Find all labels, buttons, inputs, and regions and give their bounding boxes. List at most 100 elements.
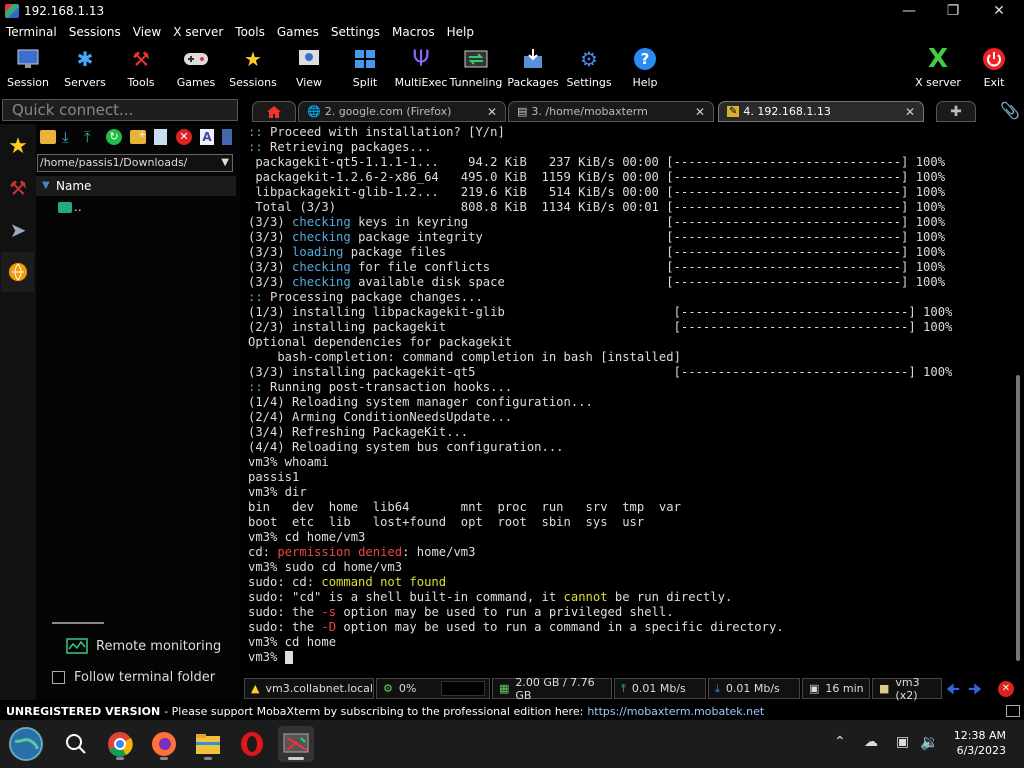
multiexec-button[interactable]: Ψ MultiExec: [393, 46, 449, 94]
attach-icon[interactable]: 📎: [1000, 101, 1020, 120]
new-tab-button[interactable]: ✚: [936, 101, 976, 122]
help-button[interactable]: ? Help: [617, 46, 673, 94]
start-globe-icon[interactable]: [8, 726, 44, 762]
windows-taskbar: ⌃ ☁ ▣ 🔉 12:38 AM 6/3/2023: [0, 720, 1024, 768]
games-button[interactable]: Games: [168, 46, 224, 94]
download-arrow-icon: ⤓: [715, 681, 720, 695]
terminal-line: vm3% sudo cd home/vm3: [248, 560, 403, 574]
terminal-line: vm3% whoami: [248, 455, 329, 469]
packages-button[interactable]: Packages: [505, 46, 561, 94]
divider: [52, 622, 104, 624]
sidebar-macros-icon[interactable]: ➤: [3, 210, 33, 250]
menu-sessions[interactable]: Sessions: [63, 25, 127, 39]
parent-folder-icon[interactable]: [40, 130, 56, 144]
banner-box-icon[interactable]: [1006, 705, 1020, 717]
maximize-button[interactable]: ❐: [930, 0, 976, 22]
menu-help[interactable]: Help: [441, 25, 480, 39]
xserver-button[interactable]: X X server: [910, 44, 966, 94]
new-file-icon[interactable]: [154, 129, 167, 145]
terminal-line: cd: permission denied: home/vm3: [248, 545, 476, 559]
folder-up-icon: [58, 202, 72, 213]
network-off-icon[interactable]: ☁: [864, 734, 878, 750]
home-tab[interactable]: [252, 101, 296, 122]
close-tab-icon[interactable]: ✕: [695, 105, 705, 119]
sidebar-strip: ★ ⚒ ➤: [0, 124, 36, 700]
sidebar-tools-icon[interactable]: ⚒: [3, 168, 33, 208]
close-session-icon[interactable]: ✕: [998, 681, 1014, 697]
terminal-line: (2/3) installing packagekit [-----------…: [248, 320, 953, 334]
remote-monitoring-button[interactable]: Remote monitoring: [66, 638, 221, 654]
status-download: ⤓ 0.01 Mb/s: [708, 678, 800, 699]
volume-icon[interactable]: 🔉: [920, 733, 939, 751]
terminal-line: Total (3/3) 808.8 KiB 1134 KiB/s 00:01 […: [248, 200, 946, 214]
terminal-line: packagekit-qt5-1.1.1-1... 94.2 KiB 237 K…: [248, 155, 946, 169]
close-window-button[interactable]: ✕: [976, 0, 1022, 22]
servers-button[interactable]: ✱ Servers: [57, 46, 113, 94]
tab-ssh-session[interactable]: ✎ 4. 192.168.1.13 ✕: [718, 101, 924, 122]
close-tab-icon[interactable]: ✕: [905, 105, 915, 119]
session-button[interactable]: Session: [0, 46, 56, 94]
list-item-parent-dir[interactable]: ..: [58, 200, 82, 214]
chevron-up-icon[interactable]: ⌃: [834, 734, 846, 750]
chevron-down-icon[interactable]: ▼: [221, 155, 229, 171]
unregistered-banner: UNREGISTERED VERSION - Please support Mo…: [0, 702, 1024, 720]
rename-icon[interactable]: A: [200, 129, 214, 145]
upload-icon[interactable]: ⤒: [84, 128, 91, 146]
checkbox-box[interactable]: [52, 671, 65, 684]
tunneling-button[interactable]: Tunneling: [448, 46, 504, 94]
gamepad-icon: [183, 46, 209, 72]
file-explorer-icon[interactable]: [190, 726, 226, 762]
terminal-line: (3/3) checking available disk space [---…: [248, 275, 946, 289]
chrome-icon[interactable]: [102, 726, 138, 762]
terminal-line: (1/3) installing libpackagekit-glib [---…: [248, 305, 953, 319]
terminal-output[interactable]: :: Proceed with installation? [Y/n]:: Re…: [244, 125, 1016, 671]
menu-games[interactable]: Games: [271, 25, 325, 39]
delete-icon[interactable]: ✕: [176, 129, 192, 145]
gear-icon: ⚙: [580, 47, 598, 71]
sidebar-sessions-star-icon[interactable]: ★: [3, 126, 33, 166]
xserver-icon: X: [927, 44, 949, 74]
sftp-path-field[interactable]: /home/passis1/Downloads/ ▼: [37, 154, 233, 172]
view-button[interactable]: View: [281, 46, 337, 94]
new-folder-icon[interactable]: +: [130, 130, 146, 144]
mobaxterm-link[interactable]: https://mobaxterm.mobatek.net: [587, 705, 764, 718]
terminal-scrollbar[interactable]: [1014, 125, 1023, 671]
search-icon[interactable]: [58, 726, 94, 762]
scrollbar-thumb[interactable]: [1016, 375, 1020, 661]
terminal-line: :: Processing package changes...: [248, 290, 483, 304]
menu-view[interactable]: View: [127, 25, 167, 39]
follow-terminal-folder-checkbox[interactable]: Follow terminal folder: [52, 670, 215, 685]
settings-button[interactable]: ⚙ Settings: [561, 46, 617, 94]
more-tools-icon[interactable]: [222, 129, 232, 145]
refresh-icon[interactable]: ↻: [106, 129, 122, 145]
split-button[interactable]: Split: [337, 46, 393, 94]
menu-xserver[interactable]: X server: [167, 25, 229, 39]
firefox-icon[interactable]: [146, 726, 182, 762]
sidebar-sftp-tab[interactable]: [1, 252, 34, 292]
download-icon[interactable]: ⤓: [62, 128, 69, 146]
tools-button[interactable]: ⚒ Tools: [113, 46, 169, 94]
exit-button[interactable]: Exit: [966, 46, 1022, 94]
arrow-left-icon[interactable]: 🠈: [946, 679, 960, 704]
tab-mobaxterm[interactable]: ▤ 3. /home/mobaxterm ✕: [508, 101, 714, 122]
window-title: 192.168.1.13: [24, 4, 105, 18]
menu-settings[interactable]: Settings: [325, 25, 386, 39]
close-tab-icon[interactable]: ✕: [487, 105, 497, 119]
menu-macros[interactable]: Macros: [386, 25, 441, 39]
sessions-button[interactable]: ★ Sessions: [225, 46, 281, 94]
packages-icon: [520, 46, 546, 72]
tab-firefox[interactable]: 🌐 2. google.com (Firefox) ✕: [298, 101, 506, 122]
system-clock[interactable]: 12:38 AM 6/3/2023: [954, 728, 1006, 758]
opera-icon[interactable]: [234, 726, 270, 762]
terminal-line: boot etc lib lost+found opt root sbin sy…: [248, 515, 645, 529]
menu-tools[interactable]: Tools: [229, 25, 271, 39]
display-icon[interactable]: ▣: [896, 734, 909, 750]
mobaxterm-taskbar-icon[interactable]: [278, 726, 314, 762]
minimize-button[interactable]: —: [886, 0, 932, 22]
terminal-line: sudo: cd: command not found: [248, 575, 447, 589]
column-header-name[interactable]: ▼ Name: [36, 176, 236, 196]
terminal-line: vm3% cd home/vm3: [248, 530, 366, 544]
quick-connect-input[interactable]: Quick connect...: [2, 99, 238, 121]
menu-terminal[interactable]: Terminal: [0, 25, 63, 39]
arrow-right-icon[interactable]: 🠊: [968, 679, 982, 704]
